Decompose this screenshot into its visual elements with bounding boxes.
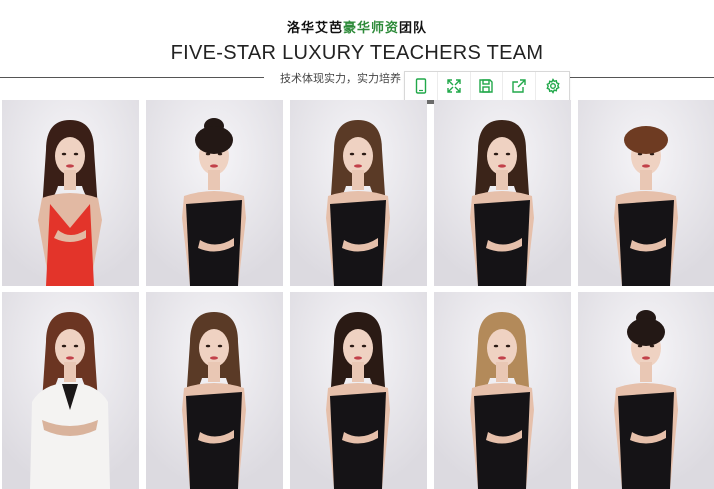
teacher-photo[interactable] (434, 292, 571, 489)
portrait-image (2, 100, 139, 286)
teacher-photo[interactable] (146, 100, 283, 286)
portrait-image (578, 292, 714, 489)
teacher-photo[interactable] (578, 100, 714, 286)
teacher-photo[interactable] (2, 100, 139, 286)
page-title-english: FIVE-STAR LUXURY TEACHERS TEAM (170, 42, 544, 64)
mobile-button[interactable] (405, 72, 438, 100)
save-icon (479, 79, 494, 93)
settings-button[interactable] (536, 72, 569, 100)
floating-toolbar (404, 71, 570, 101)
title-cn-part1: 洛华艾芭 (286, 21, 343, 36)
expand-icon (446, 79, 461, 93)
portrait-image (2, 292, 139, 489)
portrait-image (578, 100, 714, 286)
portrait-image (146, 100, 283, 286)
settings-icon (545, 78, 560, 94)
share-icon (512, 79, 526, 93)
title-cn-part2: 团队 (399, 21, 428, 36)
teacher-photo[interactable] (146, 292, 283, 489)
teacher-photo[interactable] (2, 292, 139, 489)
share-button[interactable] (503, 72, 537, 100)
mobile-icon (415, 78, 427, 94)
portrait-image (434, 292, 571, 489)
portrait-image (434, 100, 571, 286)
portrait-image (290, 100, 427, 286)
teacher-photo[interactable] (578, 292, 714, 489)
title-cn-accent: 豪华师资 (342, 21, 399, 36)
teacher-photo[interactable] (290, 100, 427, 286)
portrait-image (146, 292, 283, 489)
expand-button[interactable] (438, 72, 471, 100)
subtitle: 技术体现实力，实力培养 (280, 72, 401, 85)
save-button[interactable] (471, 72, 504, 100)
teacher-photo[interactable] (290, 292, 427, 489)
page-title-chinese: 洛华艾芭豪华师资团队 (0, 17, 714, 36)
divider-left (0, 77, 264, 78)
divider-right (564, 77, 714, 78)
teacher-photo-gallery (2, 100, 714, 489)
teacher-photo[interactable] (434, 100, 571, 286)
portrait-image (290, 292, 427, 489)
